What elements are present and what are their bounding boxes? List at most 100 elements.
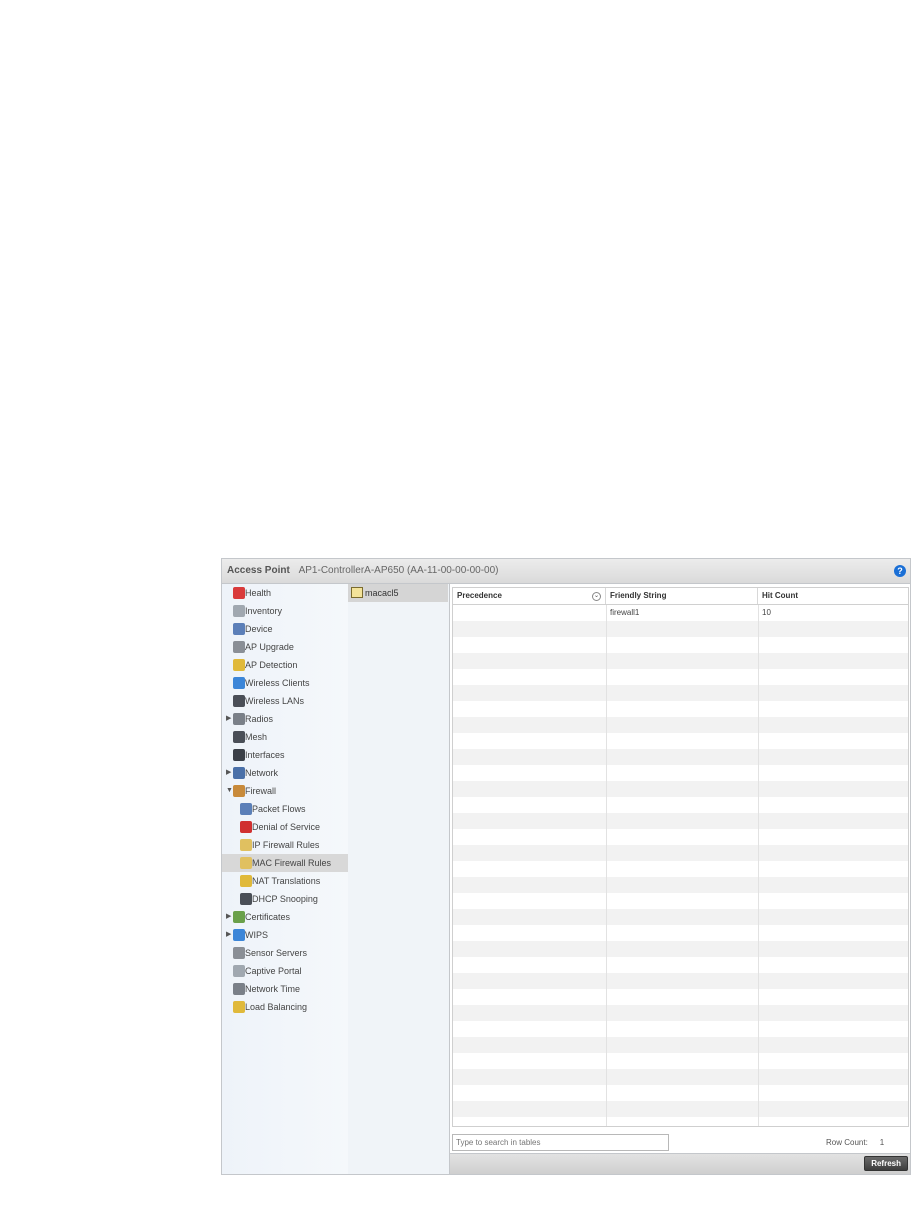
acl-list-item[interactable]: macacl5 [348, 584, 448, 602]
sidebar-item-dhcp-snooping[interactable]: DHCP Snooping [222, 890, 348, 908]
sidebar-item-label: Inventory [245, 606, 283, 616]
sidebar-nav: Health Inventory Device AP Upgrade AP Detect… [222, 584, 349, 1174]
sidebar-item-mesh[interactable]: Mesh [222, 728, 348, 746]
table-row-empty [453, 685, 908, 701]
sidebar-item-label: Network [245, 768, 279, 778]
mac-firewall-rules-table: Precedence ⌄ Friendly String Hit Count f… [452, 587, 909, 1127]
page-title: Access Point [227, 565, 290, 576]
captive-portal-icon [233, 965, 245, 977]
row-count: Row Count: 1 [826, 1134, 884, 1151]
sidebar-item-captive-portal[interactable]: Captive Portal [222, 962, 348, 980]
nat-translations-icon [240, 875, 252, 887]
table-row-empty [453, 973, 908, 989]
table-row-empty [453, 845, 908, 861]
access-point-panel: Access Point AP1-ControllerA-AP650 (AA-1… [221, 558, 911, 1175]
refresh-button[interactable]: Refresh [864, 1156, 908, 1171]
table-search-input[interactable] [452, 1134, 669, 1151]
panel-footer: Refresh [450, 1153, 910, 1174]
sidebar-item-load-balancing[interactable]: Load Balancing [222, 998, 348, 1016]
table-row-empty [453, 749, 908, 765]
help-icon[interactable]: ? [894, 565, 906, 577]
sidebar-item-mac-firewall-rules[interactable]: MAC Firewall Rules [222, 854, 348, 872]
expand-down-icon[interactable]: ▼ [226, 782, 233, 800]
sidebar-item-packet-flows[interactable]: Packet Flows [222, 800, 348, 818]
sidebar-item-wireless-lans[interactable]: Wireless LANs [222, 692, 348, 710]
sidebar-item-label: Load Balancing [245, 1002, 308, 1012]
sidebar-item-device[interactable]: Device [222, 620, 348, 638]
sidebar-item-certificates[interactable]: ▶ Certificates [222, 908, 348, 926]
device-identifier: AP1-ControllerA-AP650 (AA-11-00-00-00-00… [298, 565, 499, 576]
sidebar-item-network-time[interactable]: Network Time [222, 980, 348, 998]
sidebar-item-firewall[interactable]: ▼ Firewall [222, 782, 348, 800]
table-row-empty [453, 861, 908, 877]
sidebar-item-inventory[interactable]: Inventory [222, 602, 348, 620]
column-header-label: Precedence [457, 591, 502, 600]
column-header-precedence[interactable]: Precedence ⌄ [453, 588, 606, 604]
packet-flows-icon [240, 803, 252, 815]
sidebar-item-denial-of-service[interactable]: Denial of Service [222, 818, 348, 836]
table-row-empty [453, 893, 908, 909]
network-time-icon [233, 983, 245, 995]
table-row-empty [453, 1037, 908, 1053]
acl-icon [351, 587, 363, 598]
table-header: Precedence ⌄ Friendly String Hit Count [453, 588, 908, 605]
sidebar-item-wireless-clients[interactable]: Wireless Clients [222, 674, 348, 692]
sidebar-item-sensor-servers[interactable]: Sensor Servers [222, 944, 348, 962]
sidebar-item-wips[interactable]: ▶ WIPS [222, 926, 348, 944]
cell-hit-count: 10 [762, 608, 771, 617]
expand-right-icon[interactable]: ▶ [226, 908, 231, 926]
expand-right-icon[interactable]: ▶ [226, 710, 231, 728]
expand-right-icon[interactable]: ▶ [226, 926, 231, 944]
acl-list-item-label: macacl5 [365, 588, 399, 598]
table-row-empty [453, 781, 908, 797]
sidebar-item-radios[interactable]: ▶ Radios [222, 710, 348, 728]
table-row[interactable]: firewall1 10 [453, 605, 908, 621]
sidebar-item-label: Health [245, 588, 272, 598]
sidebar-item-label: Interfaces [245, 750, 285, 760]
table-row-empty [453, 877, 908, 893]
table-row-empty [453, 621, 908, 637]
sidebar-item-ip-firewall-rules[interactable]: IP Firewall Rules [222, 836, 348, 854]
sidebar-item-ap-detection[interactable]: AP Detection [222, 656, 348, 674]
column-divider [606, 605, 607, 1126]
column-header-label: Friendly String [610, 591, 667, 600]
sort-icon[interactable]: ⌄ [592, 592, 601, 601]
sidebar-item-label: Radios [245, 714, 274, 724]
sidebar-item-network[interactable]: ▶ Network [222, 764, 348, 782]
column-header-friendly-string[interactable]: Friendly String [606, 588, 758, 604]
sidebar-item-label: Certificates [245, 912, 291, 922]
table-row-empty [453, 797, 908, 813]
table-row-empty [453, 1101, 908, 1117]
denial-of-service-icon [240, 821, 252, 833]
certificates-icon [233, 911, 245, 923]
table-row-empty [453, 1069, 908, 1085]
table-row-empty [453, 989, 908, 1005]
table-row-empty [453, 1053, 908, 1069]
column-header-hit-count[interactable]: Hit Count [758, 588, 908, 604]
sidebar-item-label: Device [245, 624, 273, 634]
table-row-empty [453, 813, 908, 829]
radios-icon [233, 713, 245, 725]
wips-icon [233, 929, 245, 941]
sidebar-item-label: NAT Translations [252, 876, 321, 886]
ip-firewall-rules-icon [240, 839, 252, 851]
sidebar-item-interfaces[interactable]: Interfaces [222, 746, 348, 764]
interfaces-icon [233, 749, 245, 761]
table-row-empty [453, 829, 908, 845]
load-balancing-icon [233, 1001, 245, 1013]
table-row-empty [453, 909, 908, 925]
main-content: Precedence ⌄ Friendly String Hit Count f… [450, 584, 910, 1174]
mac-firewall-rules-icon [240, 857, 252, 869]
sidebar-item-label: AP Upgrade [245, 642, 294, 652]
expand-right-icon[interactable]: ▶ [226, 764, 231, 782]
sidebar-item-ap-upgrade[interactable]: AP Upgrade [222, 638, 348, 656]
sidebar-item-label: IP Firewall Rules [252, 840, 320, 850]
sidebar-item-health[interactable]: Health [222, 584, 348, 602]
sidebar-item-nat-translations[interactable]: NAT Translations [222, 872, 348, 890]
mesh-icon [233, 731, 245, 743]
device-icon [233, 623, 245, 635]
firewall-icon [233, 785, 245, 797]
table-row-empty [453, 1085, 908, 1101]
sidebar-item-label: Mesh [245, 732, 268, 742]
sidebar-item-label: Network Time [245, 984, 301, 994]
